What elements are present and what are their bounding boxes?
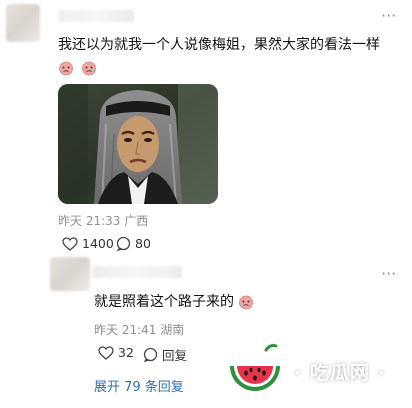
crying-face-emoji-icon xyxy=(82,61,96,75)
reply-more-options-icon[interactable]: ··· xyxy=(381,266,396,282)
expand-replies-link[interactable]: 展开 79 条回复 xyxy=(94,376,184,395)
comment-image[interactable] xyxy=(58,84,218,204)
crying-face-emoji-icon xyxy=(59,61,73,75)
comment-bubble-icon xyxy=(116,236,131,251)
watermark: · 吃瓜网 · xyxy=(222,338,408,402)
reply-meta: 昨天 21:41 湖南 xyxy=(94,323,185,337)
reply-button[interactable]: 80 xyxy=(116,236,151,251)
reply-count: 80 xyxy=(135,236,151,251)
like-button[interactable]: 1400 xyxy=(62,236,114,251)
heart-icon xyxy=(98,345,114,360)
comment-bubble-icon xyxy=(143,347,158,362)
like-count: 1400 xyxy=(82,236,114,251)
portrait-photo xyxy=(58,84,218,204)
comment-text: 我还以为就我一个人说像梅姐，果然大家的看法一样 xyxy=(58,37,380,53)
reply-text: 就是照着这个路子来的 xyxy=(94,294,234,310)
reply-avatar[interactable] xyxy=(50,257,90,291)
comment-emoji-row xyxy=(58,57,97,76)
more-options-icon[interactable]: ··· xyxy=(381,8,396,24)
heart-icon xyxy=(62,236,78,251)
reply-username[interactable] xyxy=(92,266,182,278)
reply-reply-label: 回复 xyxy=(162,348,188,363)
comment-avatar[interactable] xyxy=(6,4,40,42)
reply-reply-button[interactable]: 回复 xyxy=(143,345,187,364)
reply-like-count: 32 xyxy=(118,345,134,360)
crying-face-emoji-icon xyxy=(239,295,254,310)
watermark-text: · 吃瓜网 · xyxy=(294,362,386,384)
comment-username[interactable] xyxy=(58,10,134,22)
comment-meta: 昨天 21:33 广西 xyxy=(58,214,149,228)
watermelon-icon xyxy=(230,344,280,391)
reply-like-button[interactable]: 32 xyxy=(98,345,134,360)
reply-text-row: 就是照着这个路子来的 xyxy=(94,293,254,311)
